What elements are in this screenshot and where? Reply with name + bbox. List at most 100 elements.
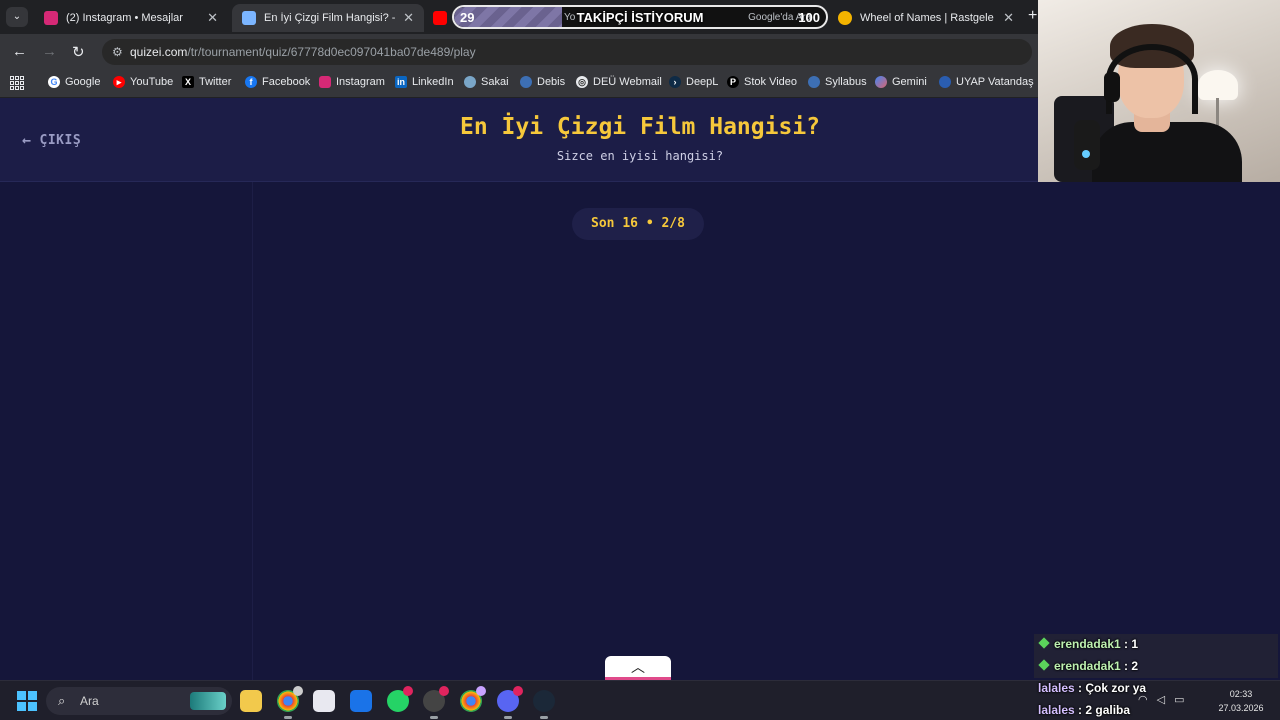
bookmark-label: Instagram — [336, 76, 385, 88]
follower-goal-target: 100 — [798, 10, 820, 25]
browser-toolbar: ← → ↻ ⚙ quizei.com/tr/tournament/quiz/67… — [0, 34, 1040, 70]
whatsapp-icon[interactable] — [387, 686, 413, 712]
quiz-page: ← ÇIKIŞ En İyi Çizgi Film Hangisi? Sizce… — [0, 98, 1280, 680]
mail-icon[interactable] — [350, 690, 372, 712]
steam-icon[interactable] — [533, 690, 555, 719]
webcam-overlay — [1038, 0, 1280, 182]
bookmark-deepl[interactable]: › DeepL — [669, 76, 718, 88]
bookmark-stok-video[interactable]: P Stok Video — [727, 76, 797, 88]
follower-goal-bar: Yo Google'da Ara 29 TAKİPÇİ İSTİYORUM 10… — [452, 5, 828, 29]
active-indicator — [284, 716, 292, 719]
active-indicator — [504, 716, 512, 719]
pexels-icon: P — [727, 76, 739, 88]
bookmark-debis[interactable]: Debis — [520, 76, 565, 88]
tab-label: Wheel of Names | Rastgele ad s — [860, 12, 997, 24]
bookmarks-bar: G Google ▸ YouTube X Twitter f Facebook Inst… — [0, 70, 1040, 98]
youtube-icon: ▸ — [113, 76, 125, 88]
search-highlight-image — [190, 692, 226, 710]
bookmark-label: Google — [65, 76, 101, 88]
tab-youtube[interactable] — [428, 4, 452, 32]
tab-search-button[interactable]: ⌄ — [6, 7, 28, 27]
discord-icon[interactable] — [497, 686, 523, 719]
bookmark-facebook[interactable]: f Facebook — [245, 76, 310, 88]
bookmark-google[interactable]: G Google — [48, 76, 100, 88]
search-icon: ⌕ — [58, 693, 66, 708]
chat-message: erendadak1 : 2 — [1038, 659, 1138, 673]
chat-text: : Çok zor ya — [1078, 681, 1147, 695]
bookmark-uyap[interactable]: UYAP Vatandaş — [939, 76, 1034, 88]
facebook-icon: f — [245, 76, 257, 88]
address-bar[interactable]: ⚙ quizei.com/tr/tournament/quiz/67778d0e… — [102, 39, 1032, 65]
round-indicator: Son 16 • 2/8 — [572, 208, 704, 240]
bookmark-label: DEÜ Webmail — [593, 76, 662, 88]
badge-icon — [1038, 637, 1050, 649]
chat-user: lalales — [1038, 681, 1075, 695]
youtube-icon — [433, 11, 447, 25]
forward-arrow-icon[interactable]: → — [42, 43, 57, 60]
site-info-icon[interactable]: ⚙ — [112, 39, 123, 65]
bookmark-label: LinkedIn — [412, 76, 454, 88]
bookmark-label: Gemini — [892, 76, 927, 88]
apps-grid-icon[interactable] — [10, 76, 24, 90]
url-path: /tr/tournament/quiz/67778d0ec097041ba07d… — [187, 45, 476, 59]
chat-message: lalales : 2 galiba — [1038, 703, 1130, 717]
scroll-up-button[interactable]: ︿ — [605, 656, 671, 680]
streamer-body — [1092, 122, 1242, 182]
bookmark-label: Sakai — [481, 76, 509, 88]
google-icon: G — [48, 76, 60, 88]
bookmark-label: Facebook — [262, 76, 311, 88]
quizei-icon — [242, 11, 256, 25]
uyap-icon — [939, 76, 951, 88]
linkedin-icon: in — [395, 76, 407, 88]
badge-icon — [1038, 659, 1050, 671]
chrome-icon[interactable] — [277, 686, 303, 719]
debis-icon — [520, 76, 532, 88]
chat-text: : 2 galiba — [1078, 703, 1131, 717]
bookmark-sakai[interactable]: Sakai — [464, 76, 509, 88]
chat-user: erendadak1 — [1054, 659, 1121, 673]
chat-text: : 1 — [1124, 637, 1139, 651]
taskbar-search[interactable]: ⌕ Ara — [46, 687, 232, 715]
tab-instagram[interactable]: (2) Instagram • Mesajlar ✕ — [34, 4, 228, 32]
new-tab-plus-icon[interactable]: + — [1028, 7, 1037, 25]
back-arrow-icon[interactable]: ← — [12, 43, 27, 60]
active-indicator — [540, 716, 548, 719]
windows-start-icon[interactable] — [17, 691, 37, 711]
chat-user: erendadak1 — [1054, 637, 1121, 651]
close-icon[interactable]: ✕ — [403, 10, 414, 26]
instagram-icon — [44, 11, 58, 25]
app-icon[interactable] — [423, 686, 449, 719]
bookmark-linkedin[interactable]: in LinkedIn — [395, 76, 454, 88]
microphone — [1074, 120, 1100, 170]
stream-chat-overlay: erendadak1 : 1 erendadak1 : 2 lalales : … — [1034, 634, 1280, 720]
reload-icon[interactable]: ↻ — [72, 43, 85, 61]
chevron-up-icon: ︿ — [631, 659, 645, 675]
bookmark-label: Debis — [537, 76, 566, 88]
bookmark-syllabus[interactable]: Syllabus — [808, 76, 867, 88]
bookmark-label: DeepL — [686, 76, 719, 88]
store-icon[interactable] — [313, 690, 335, 712]
tab-label: En İyi Çizgi Film Hangisi? - Tier — [264, 12, 397, 24]
file-explorer-icon[interactable] — [240, 690, 262, 712]
active-indicator — [430, 716, 438, 719]
chat-text: : 2 — [1124, 659, 1139, 673]
lamp — [1198, 70, 1238, 100]
bookmark-youtube[interactable]: ▸ YouTube — [113, 76, 173, 88]
tab-quizei[interactable]: En İyi Çizgi Film Hangisi? - Tier ✕ — [232, 4, 424, 32]
tab-wheel-of-names[interactable]: Wheel of Names | Rastgele ad s ✕ — [828, 4, 1024, 32]
x-icon: X — [182, 76, 194, 88]
chat-message: erendadak1 : 1 — [1038, 637, 1138, 651]
close-icon[interactable]: ✕ — [207, 10, 218, 26]
divider — [252, 182, 253, 680]
bookmark-instagram[interactable]: Instagram — [319, 76, 385, 88]
chat-message: lalales : Çok zor ya — [1038, 681, 1146, 695]
chrome-profile-icon[interactable] — [460, 686, 486, 712]
bookmark-gemini[interactable]: Gemini — [875, 76, 927, 88]
deepl-icon: › — [669, 76, 681, 88]
wheel-icon — [838, 11, 852, 25]
bookmark-deu-webmail[interactable]: ◎ DEÜ Webmail — [576, 76, 662, 88]
tab-label: (2) Instagram • Mesajlar — [66, 12, 183, 24]
close-icon[interactable]: ✕ — [1003, 10, 1014, 26]
bookmark-twitter[interactable]: X Twitter — [182, 76, 231, 88]
bookmark-label: YouTube — [130, 76, 174, 88]
